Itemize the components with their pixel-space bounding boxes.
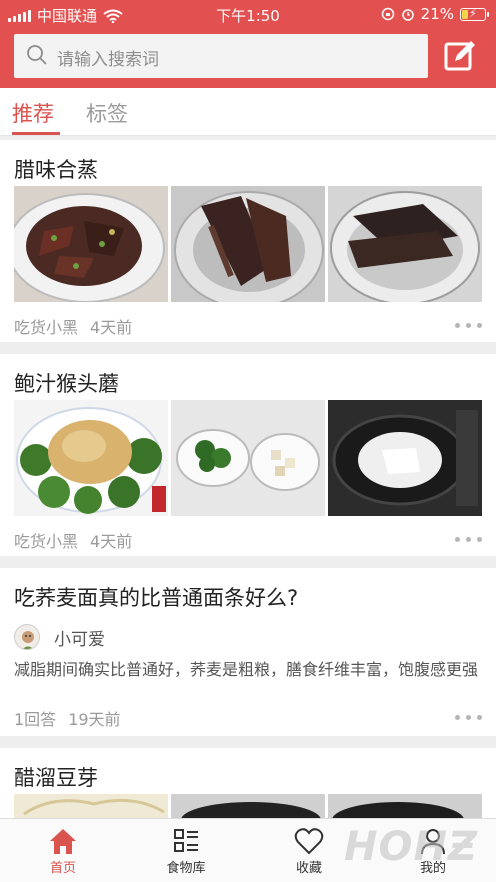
question-user[interactable]: 小可爱 <box>14 624 105 650</box>
card-title: 醋溜豆芽 <box>14 766 98 790</box>
food-image[interactable] <box>171 186 325 302</box>
tab-bar: 推荐 标签 <box>0 88 496 136</box>
answer-count: 1回答 <box>14 710 57 729</box>
card-images <box>14 400 482 516</box>
question-title: 吃荞麦面真的比普通面条好么? <box>14 586 299 610</box>
tab-recommend[interactable]: 推荐 <box>12 98 54 128</box>
nav-food-library[interactable]: 食物库 <box>141 825 231 876</box>
answer-excerpt: 减脂期间确实比普通好，荞麦是粗粮，膳食纤维丰富，饱腹感更强 <box>14 660 479 679</box>
search-icon <box>27 45 47 65</box>
author-name: 吃货小黑 <box>14 532 79 551</box>
card-title: 鲍汁猴头蘑 <box>14 372 119 396</box>
edit-icon <box>444 41 475 71</box>
feed-card[interactable]: 鲍汁猴头蘑 吃货小黑 4天前 <box>0 354 496 556</box>
feed-card[interactable]: 醋溜豆芽 <box>0 748 496 818</box>
author-name: 吃货小黑 <box>14 318 79 337</box>
home-icon <box>50 829 76 854</box>
status-bar: 中国联通 下午1:50 21% ⚡ <box>0 0 496 28</box>
alarm-icon <box>401 9 414 21</box>
food-image[interactable] <box>171 794 325 818</box>
feed-card[interactable]: 腊味合蒸 吃货小黑 4天前 <box>0 140 496 342</box>
grid-list-icon <box>174 829 198 852</box>
search-input[interactable]: 请输入搜索词 <box>14 34 428 78</box>
watermark-logo: ᕼOᕼƵ <box>344 824 478 870</box>
battery-icon: ⚡ <box>460 7 489 21</box>
compose-button[interactable] <box>438 34 482 78</box>
tab-tags[interactable]: 标签 <box>86 98 128 128</box>
app-header: 中国联通 下午1:50 21% ⚡ 请输入搜索词 <box>0 0 496 88</box>
search-placeholder: 请输入搜索词 <box>57 50 159 70</box>
food-image[interactable] <box>328 794 482 818</box>
food-image[interactable] <box>14 400 168 516</box>
food-image[interactable] <box>328 186 482 302</box>
food-image[interactable] <box>328 400 482 516</box>
card-meta: 吃货小黑 4天前 <box>14 528 132 552</box>
nav-label: 收藏 <box>295 861 322 876</box>
nav-favorites[interactable]: 收藏 <box>264 825 354 876</box>
card-images <box>14 794 482 818</box>
rotation-lock-icon <box>381 7 394 21</box>
food-image[interactable] <box>171 400 325 516</box>
post-time: 19天前 <box>68 710 121 729</box>
food-image[interactable] <box>14 794 168 818</box>
post-time: 4天前 <box>90 532 133 551</box>
more-options-icon[interactable] <box>455 323 482 328</box>
nav-label: 首页 <box>49 861 76 876</box>
card-meta: 吃货小黑 4天前 <box>14 314 132 338</box>
heart-icon <box>294 828 324 855</box>
post-time: 4天前 <box>90 318 133 337</box>
card-images <box>14 186 482 302</box>
more-options-icon[interactable] <box>455 715 482 720</box>
tab-indicator <box>12 132 60 135</box>
card-meta: 1回答 19天前 <box>14 706 121 730</box>
battery-percent: 21% <box>420 5 454 23</box>
more-options-icon[interactable] <box>455 537 482 542</box>
nav-home[interactable]: 首页 <box>18 825 108 876</box>
question-card[interactable]: 吃荞麦面真的比普通面条好么? 小可爱 减脂期间确实比普通好，荞麦是粗粮，膳食纤维… <box>0 568 496 736</box>
card-title: 腊味合蒸 <box>14 158 98 182</box>
food-image[interactable] <box>14 186 168 302</box>
avatar <box>14 624 40 650</box>
nav-label: 食物库 <box>166 861 206 876</box>
user-name: 小可爱 <box>54 629 105 650</box>
